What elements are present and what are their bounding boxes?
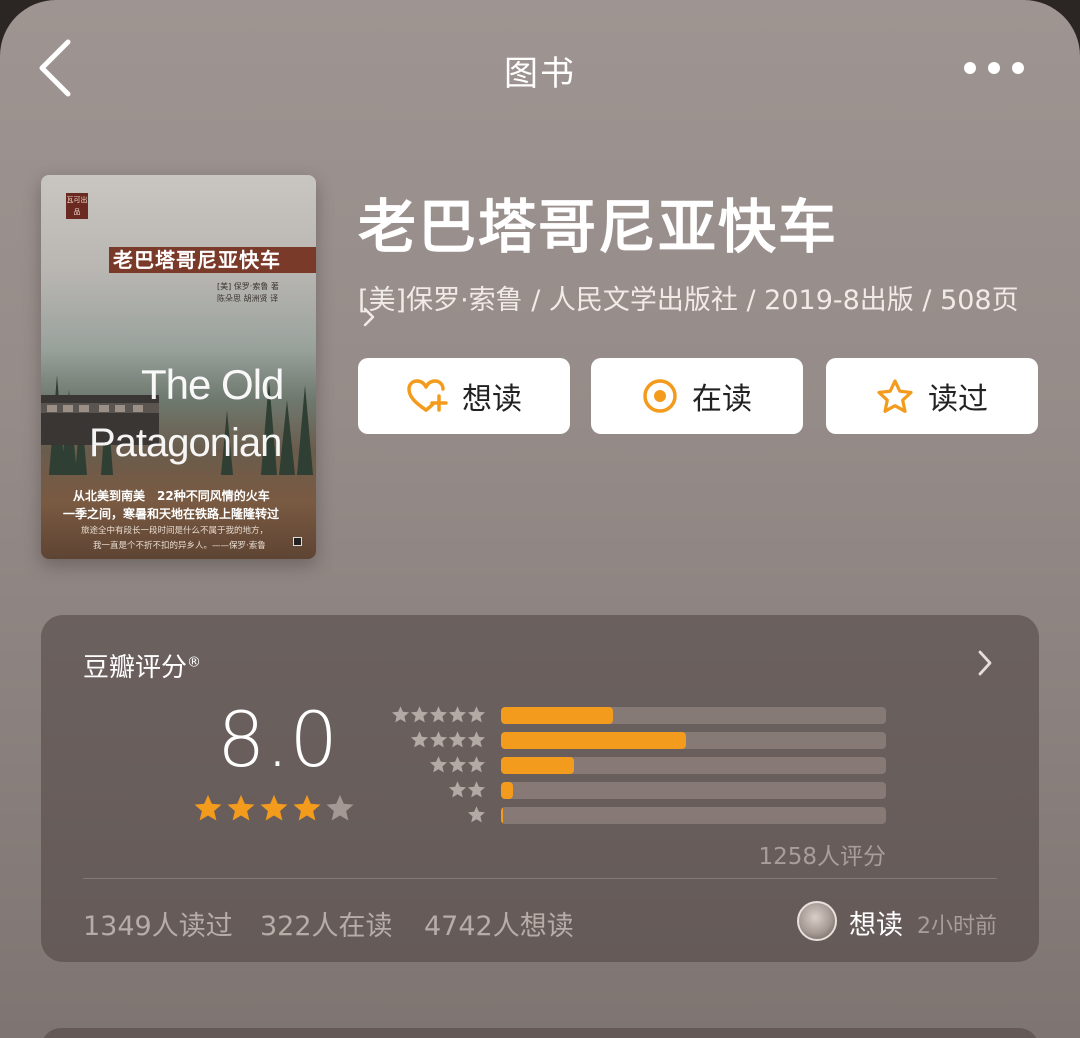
small-stars	[467, 805, 486, 824]
action-button-row: 想读 在读 读过	[358, 358, 1040, 434]
star-small-icon	[467, 806, 486, 823]
small-stars	[410, 730, 486, 749]
rating-bar-fill	[501, 757, 575, 774]
cover-english-title: The Old	[141, 361, 284, 408]
rating-bar-track	[501, 757, 886, 774]
star-small-icon	[429, 706, 448, 723]
book-cover[interactable]: 瓦可出品 老巴塔哥尼亚快车 [美] 保罗·索鲁 著 陈朵思 胡洲贤 译 The …	[41, 175, 316, 559]
rating-bar-fill	[501, 707, 613, 724]
star-filled-icon	[227, 794, 255, 821]
recent-activity-action: 想读	[849, 910, 903, 941]
star-empty-icon	[326, 794, 354, 821]
have-read-button[interactable]: 读过	[826, 358, 1038, 434]
small-stars	[391, 705, 486, 724]
star-filled-icon	[194, 794, 222, 821]
cover-authors-line: [美] 保罗·索鲁 著	[217, 282, 279, 291]
recent-activity-time: 2小时前	[917, 914, 997, 939]
rating-score: 8.0	[217, 695, 338, 784]
avatar[interactable]	[797, 901, 837, 941]
more-dot-icon	[988, 62, 1000, 74]
book-meta[interactable]: [美]保罗·索鲁 / 人民文学出版社 / 2019-8出版 / 508页	[358, 278, 1019, 317]
star-small-icon	[410, 706, 429, 723]
cover-authors-line: 陈朵思 胡洲贤 译	[217, 294, 279, 303]
rating-distribution-row	[391, 730, 891, 750]
reading-count[interactable]: 322人在读	[260, 904, 393, 943]
page-title: 图书	[504, 54, 576, 94]
star-small-icon	[448, 781, 467, 798]
rating-bar-fill	[501, 782, 513, 799]
star-small-icon	[429, 756, 448, 773]
star-small-icon	[448, 756, 467, 773]
publisher-logo: 瓦可出品	[66, 193, 88, 219]
star-small-icon	[410, 731, 429, 748]
want-to-read-label: 想读	[462, 382, 522, 417]
star-small-icon	[467, 731, 486, 748]
chevron-right-icon[interactable]	[977, 649, 993, 677]
star-small-icon	[448, 706, 467, 723]
rating-stars	[193, 793, 355, 823]
reading-label: 在读	[692, 382, 752, 417]
star-small-icon	[467, 756, 486, 773]
want-count[interactable]: 4742人想读	[424, 904, 574, 943]
star-filled-icon	[260, 794, 288, 821]
rating-bar-track	[501, 707, 886, 724]
more-dot-icon	[964, 62, 976, 74]
cover-title: 老巴塔哥尼亚快车	[113, 248, 281, 272]
rating-distribution-row	[391, 805, 891, 825]
rating-bar-fill	[501, 807, 503, 824]
rating-bar-fill	[501, 732, 686, 749]
small-stars	[429, 755, 486, 774]
target-icon	[643, 379, 677, 413]
read-count[interactable]: 1349人读过	[83, 904, 233, 943]
rating-distribution-row	[391, 755, 891, 775]
cover-quote: 旅途全中有段长一段时间是什么不属于我的地方，	[81, 526, 269, 536]
rating-count: 1258人评分	[758, 844, 886, 870]
star-small-icon	[467, 781, 486, 798]
star-small-icon	[429, 731, 448, 748]
rating-bar-track	[501, 732, 886, 749]
book-detail-screen: 图书 瓦可出品 老巴塔哥尼亚快车 [美] 保罗·索鲁 著 陈朵思 胡洲贤 译 T…	[0, 0, 1080, 1038]
heart-plus-icon	[407, 379, 448, 412]
cover-quote: 我一直是个不折不扣的异乡人。——保罗·索鲁	[93, 541, 266, 551]
rating-bar-track	[501, 782, 886, 799]
nav-bar: 图书	[0, 0, 1080, 136]
star-small-icon	[448, 731, 467, 748]
rating-bar-track	[501, 807, 886, 824]
star-filled-icon	[293, 794, 321, 821]
cover-english-title: Patagonian	[89, 421, 282, 465]
rating-title-text: 豆瓣评分	[83, 653, 188, 683]
more-dot-icon	[1012, 62, 1024, 74]
reading-button[interactable]: 在读	[591, 358, 803, 434]
have-read-label: 读过	[928, 382, 988, 417]
registered-mark: ®	[187, 654, 202, 671]
divider	[83, 878, 997, 879]
more-options-button[interactable]	[964, 58, 1024, 78]
cover-tagline: 从北美到南美 22种不同风情的火车	[73, 489, 270, 503]
cover-authors: [美] 保罗·索鲁 著 陈朵思 胡洲贤 译	[217, 281, 312, 305]
book-title: 老巴塔哥尼亚快车	[358, 193, 839, 261]
next-section-card	[41, 1028, 1039, 1038]
chevron-right-icon[interactable]	[360, 306, 378, 328]
rating-distribution-row	[391, 780, 891, 800]
small-stars	[448, 780, 486, 799]
cover-tagline: 一季之间，寒暑和天地在铁路上隆隆转过	[63, 507, 280, 521]
want-to-read-button[interactable]: 想读	[358, 358, 570, 434]
star-outline-icon	[877, 379, 913, 413]
star-small-icon	[391, 706, 410, 723]
star-small-icon	[467, 706, 486, 723]
rating-distribution-row	[391, 705, 891, 725]
qr-code-icon	[293, 537, 302, 546]
rating-card-title: 豆瓣评分®	[83, 647, 201, 684]
rating-card[interactable]: 豆瓣评分® 8.0 1258人评分 1349人读过 322人在读 4742人想读…	[41, 615, 1039, 962]
